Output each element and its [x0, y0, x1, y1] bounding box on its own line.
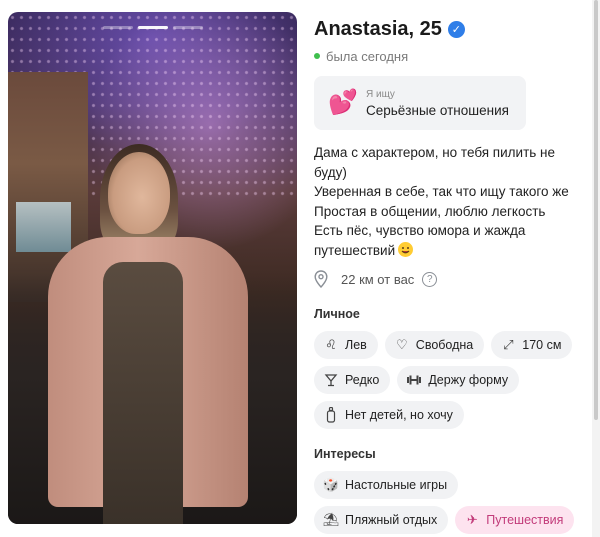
dumbbell-icon: [406, 372, 422, 388]
chip-zodiac: ♌ Лев: [314, 331, 378, 359]
chip-relationship: ♡ Свободна: [384, 331, 485, 359]
chip-label: Нет детей, но хочу: [345, 408, 453, 422]
scrollbar-thumb[interactable]: [594, 0, 598, 420]
hearts-icon: 💕: [328, 89, 358, 116]
chip-alcohol: Редко: [314, 366, 391, 394]
grinning-face-icon: [398, 241, 414, 257]
glass-icon: [323, 372, 339, 388]
bio-line: Дама с характером, но тебя пилить не: [314, 145, 556, 160]
seeking-label: Я ищу: [366, 88, 395, 100]
seeking-value: Серьёзные отношения: [366, 102, 509, 118]
online-status-row: была сегодня: [314, 48, 596, 64]
chip-label: 170 см: [522, 338, 562, 352]
distance-row: 22 км от вас ?: [314, 269, 596, 289]
scrollbar[interactable]: [592, 0, 600, 537]
photo-window-decor: [16, 202, 71, 252]
bio-line: путешествий: [314, 242, 396, 258]
photo-progress-segment-active[interactable]: [138, 26, 168, 29]
dice-icon: 🎲: [322, 477, 340, 492]
chip-label: Свободна: [415, 338, 474, 352]
baby-bottle-icon: [323, 407, 339, 423]
last-seen-status: была сегодня: [326, 48, 409, 64]
online-dot-icon: [314, 53, 320, 59]
chip-kids: Нет детей, но хочу: [314, 401, 464, 429]
photo-progress-segment[interactable]: [103, 26, 133, 29]
bio-line: Простая в общении, люблю легкость: [314, 203, 546, 219]
help-question-icon[interactable]: ?: [422, 271, 438, 287]
chip-label: Путешествия: [486, 513, 564, 527]
verified-check-icon: ✓: [447, 20, 465, 38]
chip-height: ⤢ 170 см: [491, 331, 573, 359]
bio-line-last: путешествий: [314, 241, 584, 261]
profile-info: Anastasia, 25 ✓ была сегодня 💕 Я ищу Сер…: [314, 12, 596, 534]
name-row: Anastasia, 25 ✓: [314, 12, 596, 46]
height-icon: ⤢: [503, 337, 514, 352]
beach-icon: ⛱: [322, 512, 340, 527]
profile-photo[interactable]: [8, 12, 297, 524]
chip-label: Редко: [345, 373, 380, 387]
leo-icon: ♌: [325, 337, 337, 352]
profile-name: Anastasia, 25: [314, 17, 442, 40]
heart-icon: ♡: [395, 337, 408, 352]
chip-interest-beach: ⛱ Пляжный отдых: [314, 506, 449, 534]
seeking-text: Я ищу Серьёзные отношения: [366, 89, 509, 118]
chip-fitness: Держу форму: [397, 366, 520, 394]
location-pin-icon: [314, 270, 328, 289]
interests-chips: 🎲 Настольные игры ⛱ Пляжный отдых ✈ Путешес…: [314, 471, 596, 534]
chip-label: Настольные игры: [345, 478, 448, 492]
photo-progress-indicator: [103, 26, 203, 29]
bio-text: Дама с характером, но тебя пилить не буд…: [314, 143, 584, 260]
chip-label: Пляжный отдых: [345, 513, 438, 527]
personal-chips: ♌ Лев ♡ Свободна ⤢ 170 см Редко Держу форму…: [314, 331, 596, 429]
photo-progress-segment[interactable]: [173, 26, 203, 29]
bio-line: Есть пёс, чувство юмора и жажда: [314, 223, 526, 238]
bio-line: Уверенная в себе, так что ищу такого же: [314, 184, 569, 199]
chip-interest-travel: ✈ Путешествия: [455, 506, 575, 534]
photo-person-dress: [103, 262, 183, 524]
chip-interest-board-games: 🎲 Настольные игры: [314, 471, 459, 499]
airplane-icon: ✈: [466, 512, 478, 527]
chip-label: Лев: [345, 338, 367, 352]
distance-text: 22 км от вас: [341, 271, 415, 287]
photo-person-face: [108, 152, 170, 234]
personal-section-title: Личное: [314, 307, 360, 321]
interests-section-title: Интересы: [314, 447, 376, 461]
bio-line: буду): [314, 164, 347, 180]
chip-label: Держу форму: [428, 373, 509, 387]
seeking-card: 💕 Я ищу Серьёзные отношения: [314, 76, 526, 130]
